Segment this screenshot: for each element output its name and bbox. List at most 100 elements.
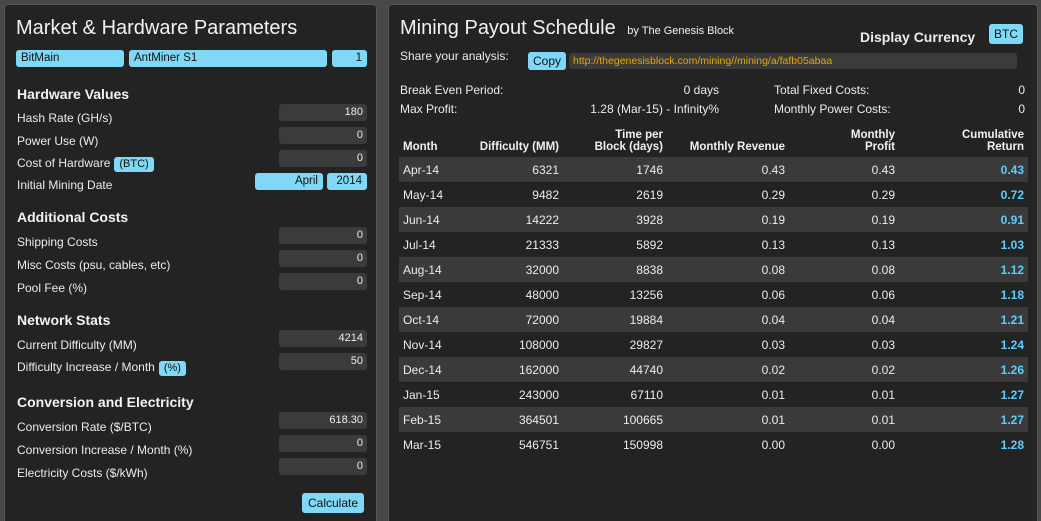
total-fixed-costs-label: Total Fixed Costs: [774,83,870,97]
shipping-costs-label: Shipping Costs [17,235,98,249]
misc-costs-input[interactable]: 0 [279,250,367,267]
monthly-power-costs-value: 0 [1018,102,1025,116]
cost-currency-button[interactable]: (BTC) [114,157,154,172]
current-difficulty-input[interactable]: 4214 [279,330,367,347]
hardware-values-heading: Hardware Values [17,86,130,102]
conversion-rate-input[interactable]: 618.30 [279,412,367,429]
model-select[interactable]: AntMiner S1 [129,50,327,67]
copy-button[interactable]: Copy [528,52,567,70]
cell-cumulative-return: 0.72 [1000,187,1024,202]
conversion-increase-input[interactable]: 0 [279,435,367,452]
cell-time-per-block: 67110 [630,387,663,402]
table-row: Oct-14 72000 19884 0.04 0.04 1.21 [399,307,1028,332]
cell-monthly-revenue: 0.19 [667,207,789,232]
cell-difficulty: 364501 [463,407,563,432]
cell-month: Oct-14 [399,307,463,332]
market-hardware-panel: Market & Hardware Parameters BitMain Ant… [4,4,377,521]
cell-month: Sep-14 [403,287,442,302]
cell-difficulty: 9482 [532,187,559,202]
cell-cumulative-return: 1.24 [1000,337,1024,352]
cell-monthly-revenue: 0.43 [667,157,789,182]
pool-fee-input[interactable]: 0 [279,273,367,290]
cell-monthly-revenue: 0.03 [761,337,785,352]
column-header-month: Month [403,141,438,153]
profit-header-line1: Monthly [850,129,895,141]
cell-time-per-block: 150998 [622,437,663,452]
mining-month-select[interactable]: April [255,173,323,190]
shipping-costs-input[interactable]: 0 [279,227,367,244]
quantity-input[interactable]: 1 [332,50,367,67]
manufacturer-select[interactable]: BitMain [16,50,124,67]
cell-cumulative-return: 0.43 [899,157,1028,182]
cell-monthly-revenue: 0.00 [761,437,785,452]
column-header-time-per-block: Time per Block (days) [563,125,667,157]
display-currency-button[interactable]: BTC [989,24,1023,44]
cost-of-hardware-label: Cost of Hardware (BTC) [17,156,154,172]
cost-of-hardware-input[interactable]: 0 [279,150,367,167]
cell-cumulative-return: 1.27 [1000,387,1024,402]
cell-monthly-profit: 0.01 [789,407,899,432]
share-url-field[interactable]: http://thegenesisblock.com/mining//minin… [569,53,1017,69]
cell-cumulative-return: 0.91 [899,207,1028,232]
cell-difficulty: 21333 [525,237,559,252]
cell-time-per-block: 3928 [563,207,667,232]
cell-month: Feb-15 [399,407,463,432]
cell-month: Jan-15 [403,387,440,402]
cell-difficulty: 546751 [518,437,559,452]
cell-monthly-revenue: 0.13 [761,237,785,252]
mining-year-select[interactable]: 2014 [327,173,367,190]
cell-difficulty: 6321 [463,157,563,182]
display-currency-label: Display Currency [860,29,976,45]
additional-costs-heading: Additional Costs [17,209,129,225]
table-row: Sep-14 48000 13256 0.06 0.06 1.18 [399,282,1028,307]
cumulative-header-line2: Return [986,141,1024,153]
table-row: Jul-14 21333 5892 0.13 0.13 1.03 [399,232,1028,257]
initial-mining-date-label: Initial Mining Date [17,178,113,192]
table-row: Nov-14 108000 29827 0.03 0.03 1.24 [399,332,1028,357]
difficulty-unit-button[interactable]: (%) [158,361,186,376]
cell-cumulative-return: 1.28 [1000,437,1024,452]
cell-difficulty: 32000 [463,257,563,282]
conversion-electricity-heading: Conversion and Electricity [17,394,194,410]
table-row: Dec-14 162000 44740 0.02 0.02 1.26 [399,357,1028,382]
cell-monthly-profit: 0.29 [871,187,895,202]
time-header-line2: Block (days) [594,141,663,153]
left-panel-title: Market & Hardware Parameters [16,17,298,39]
cell-cumulative-return: 1.18 [1000,287,1024,302]
conversion-increase-label: Conversion Increase / Month (%) [17,443,193,457]
pool-fee-label: Pool Fee (%) [17,281,88,295]
column-header-monthly-revenue: Monthly Revenue [689,141,785,153]
cell-time-per-block: 13256 [629,287,663,302]
cell-monthly-profit: 0.06 [871,287,895,302]
column-header-difficulty: Difficulty (MM) [479,141,559,153]
table-row: Feb-15 364501 100665 0.01 0.01 1.27 [399,407,1028,432]
cell-time-per-block: 5892 [636,237,663,252]
calculate-button[interactable]: Calculate [302,493,365,513]
difficulty-increase-input[interactable]: 50 [279,353,367,370]
cell-time-per-block: 29827 [629,337,663,352]
cell-difficulty: 14222 [463,207,563,232]
conversion-rate-label: Conversion Rate ($/BTC) [17,420,152,434]
profit-header-line2: Profit [864,141,895,153]
cell-monthly-revenue: 0.08 [667,257,789,282]
cell-monthly-profit: 0.02 [789,357,899,382]
break-even-value: 0 days [683,83,719,97]
cell-monthly-profit: 0.00 [871,437,895,452]
table-row: Mar-15 546751 150998 0.00 0.00 1.28 [399,432,1028,457]
cumulative-header-line1: Cumulative [962,129,1024,141]
hash-rate-input[interactable]: 180 [279,104,367,121]
cell-monthly-revenue: 0.01 [667,407,789,432]
misc-costs-label: Misc Costs (psu, cables, etc) [17,258,171,272]
max-profit-label: Max Profit: [400,102,458,116]
electricity-costs-input[interactable]: 0 [279,458,367,475]
break-even-label: Break Even Period: [400,83,504,97]
network-stats-heading: Network Stats [17,312,111,328]
table-header-row: Month Difficulty (MM) Time per Block (day… [399,125,1028,157]
payout-schedule-table: Month Difficulty (MM) Time per Block (day… [399,125,1028,457]
cell-month: Jul-14 [403,237,436,252]
cell-time-per-block: 2619 [636,187,663,202]
cell-cumulative-return: 1.12 [899,257,1028,282]
electricity-costs-label: Electricity Costs ($/kWh) [17,466,148,480]
power-use-input[interactable]: 0 [279,127,367,144]
monthly-power-costs-label: Monthly Power Costs: [774,102,891,116]
